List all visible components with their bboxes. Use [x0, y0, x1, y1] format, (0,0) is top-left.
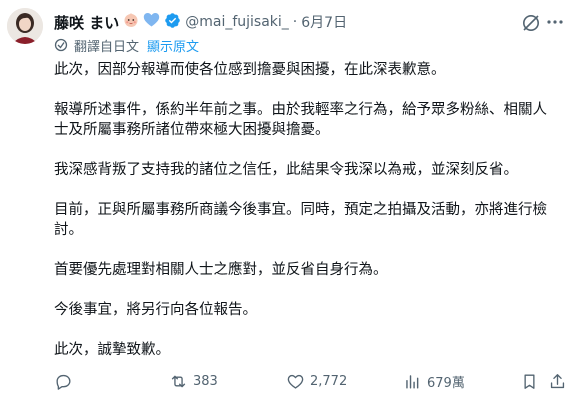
- repost-count: 383: [193, 374, 218, 389]
- show-original-link[interactable]: 顯示原文: [147, 36, 199, 55]
- user-handle[interactable]: @mai_fujisaki_: [185, 14, 289, 30]
- separator-dot: ·: [292, 14, 298, 30]
- heart-icon: [287, 374, 304, 389]
- more-options-icon[interactable]: [545, 12, 565, 32]
- tweet-paragraph: 目前，正與所屬事務所商議今後事宜。同時，預定之拍攝及活動，亦將進行檢討。: [54, 202, 547, 238]
- translation-row: 翻譯自日文 顯示原文: [54, 36, 199, 55]
- tweet-header: 藤咲 まい @mai_fujisaki_ · 6月7日: [54, 11, 559, 33]
- baby-face-emoji-icon: [123, 12, 139, 32]
- tweet-paragraph: 報導所述事件，係約半年前之事。由於我輕率之行為，給予眾多粉絲、相關人士及所屬事務…: [54, 102, 547, 138]
- views-chart-icon: [406, 375, 419, 389]
- blue-heart-emoji-icon: [143, 12, 160, 32]
- verified-badge-icon: [164, 12, 181, 33]
- avatar[interactable]: [7, 8, 43, 44]
- share-button[interactable]: [548, 372, 567, 391]
- grok-icon[interactable]: [521, 13, 541, 33]
- tweet-paragraph: 我深感背叛了支持我的諸位之信任，此結果令我深以為戒，並深刻反省。: [54, 162, 518, 178]
- repost-icon: [171, 375, 186, 388]
- bookmark-button[interactable]: [520, 372, 539, 391]
- like-button[interactable]: 2,772: [286, 372, 347, 391]
- tweet-paragraph: 此次，因部分報導而使各位感到擔憂與困擾，在此深表歉意。: [54, 62, 446, 78]
- like-count: 2,772: [310, 374, 348, 389]
- translate-icon: [54, 38, 68, 52]
- share-icon: [550, 374, 565, 389]
- views-button[interactable]: 679萬: [403, 372, 465, 391]
- action-bar: 383 2,772 679萬: [54, 370, 565, 394]
- views-count: 679萬: [427, 376, 465, 391]
- display-name[interactable]: 藤咲 まい: [54, 12, 119, 33]
- reply-button[interactable]: [54, 372, 73, 391]
- repost-button[interactable]: 383: [169, 372, 218, 391]
- tweet-body: 此次，因部分報導而使各位感到擔憂與困擾，在此深表歉意。 報導所述事件，係約半年前…: [54, 60, 557, 380]
- tweet-paragraph: 今後事宜，將另行向各位報告。: [54, 302, 257, 318]
- translated-from-label: 翻譯自日文: [74, 39, 140, 55]
- tweet: 藤咲 まい @mai_fujisaki_ · 6月7日 翻譯自日文 顯示原文 此…: [0, 0, 569, 405]
- reply-icon: [56, 374, 71, 390]
- tweet-paragraph: 首要優先處理對相關人士之應對，並反省自身行為。: [54, 262, 388, 278]
- tweet-paragraph: 此次，誠摯致歉。: [54, 342, 170, 358]
- post-date[interactable]: 6月7日: [301, 12, 347, 32]
- bookmark-icon: [524, 374, 535, 389]
